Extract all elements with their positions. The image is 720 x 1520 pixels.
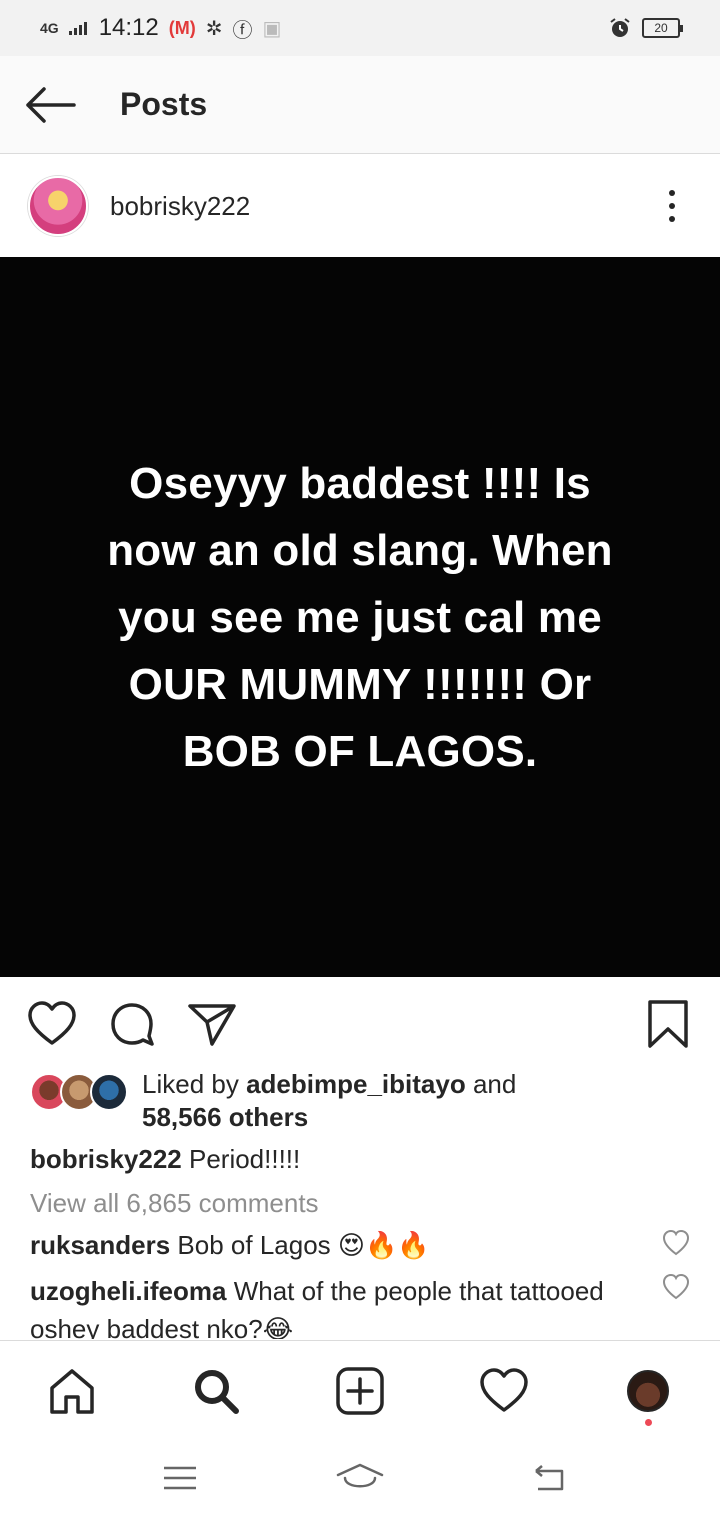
comment-like-icon[interactable] [662,1229,690,1257]
post-caption: bobrisky222 Period!!!!! [30,1144,300,1175]
heart-icon [480,1368,528,1412]
comment-username[interactable]: uzogheli.ifeoma [30,1276,226,1306]
profile-avatar [627,1370,669,1412]
tab-home[interactable] [44,1363,100,1419]
comment-like-icon[interactable] [662,1273,690,1301]
menu-button[interactable] [150,1456,210,1500]
home-nav-icon [336,1463,384,1488]
comment-username[interactable]: ruksanders [30,1230,170,1260]
bottom-tab-bar [0,1340,720,1436]
comment-text: Bob of Lagos 😍🔥🔥 [177,1230,430,1260]
feed-clip: bobrisky222 Period!!!!! View all 6,865 c… [0,0,720,1339]
search-icon [195,1370,239,1414]
home-icon [50,1369,94,1414]
view-all-comments-link[interactable]: View all 6,865 comments [30,1188,319,1219]
tab-activity[interactable] [476,1363,532,1419]
system-navigation-bar [0,1436,720,1520]
notification-dot [645,1419,652,1426]
menu-icon [164,1466,196,1490]
tab-profile[interactable] [620,1363,676,1419]
tab-new-post[interactable] [332,1363,388,1419]
system-back-button[interactable] [518,1456,578,1500]
add-post-icon [336,1367,384,1415]
caption-username[interactable]: bobrisky222 [30,1144,182,1174]
return-icon [535,1465,564,1491]
tab-search[interactable] [188,1363,244,1419]
comment-item: uzogheli.ifeoma What of the people that … [30,1272,630,1339]
comment-item: ruksanders Bob of Lagos 😍🔥🔥 [30,1226,630,1264]
home-button[interactable] [330,1456,390,1500]
caption-text: Period!!!!! [188,1144,301,1174]
